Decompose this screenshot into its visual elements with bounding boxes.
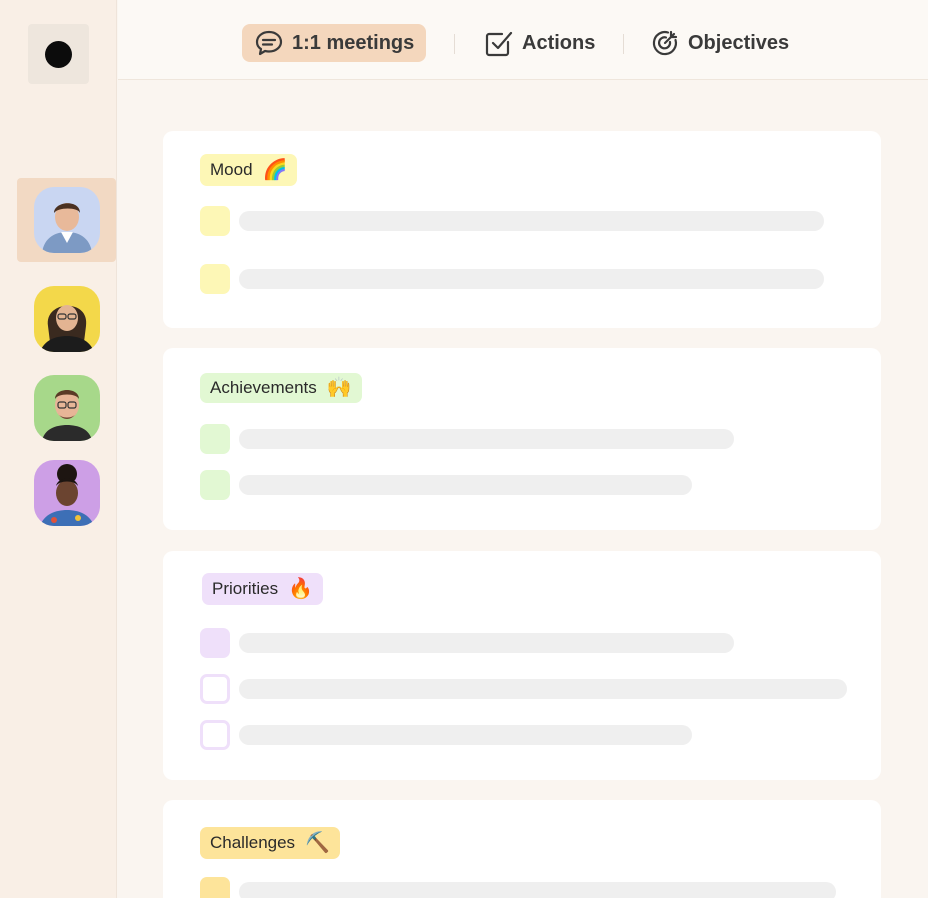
- person-avatar-icon: [33, 460, 100, 526]
- placeholder-line: [239, 211, 824, 231]
- section-tag-priorities[interactable]: Priorities 🔥: [202, 573, 324, 605]
- tab-objectives[interactable]: Objectives: [638, 24, 801, 62]
- app-window: 1:1 meetings Actions Objectives Mood 🌈 A…: [0, 0, 928, 898]
- speech-bubble-icon: [255, 30, 283, 56]
- placeholder-line: [239, 882, 836, 898]
- tab-1on1-meetings[interactable]: 1:1 meetings: [242, 24, 427, 62]
- avatar: [33, 187, 100, 253]
- avatar: [33, 375, 100, 441]
- list-item[interactable]: [200, 470, 840, 500]
- section-tag-achievements[interactable]: Achievements 🙌: [200, 373, 362, 403]
- section-tag-mood[interactable]: Mood 🌈: [200, 154, 298, 186]
- logo-dot-icon: [45, 40, 72, 68]
- pick-icon: ⛏️: [305, 832, 330, 854]
- section-title: Challenges: [210, 833, 296, 852]
- section-title: Priorities: [212, 579, 279, 598]
- person-avatar-icon: [33, 286, 100, 352]
- rainbow-icon: 🌈: [262, 159, 288, 181]
- placeholder-line: [239, 633, 734, 653]
- checkbox[interactable]: [200, 720, 230, 750]
- checkbox[interactable]: [200, 877, 230, 898]
- placeholder-line: [239, 679, 847, 699]
- tab-label: Objectives: [688, 31, 790, 54]
- list-item[interactable]: [200, 206, 840, 236]
- placeholder-line: [239, 725, 692, 745]
- placeholder-line: [239, 269, 824, 289]
- person-avatar-icon: [33, 375, 100, 441]
- sidebar-avatar-1[interactable]: [17, 178, 116, 262]
- top-nav: 1:1 meetings Actions Objectives: [118, 0, 928, 80]
- checkbox[interactable]: [200, 206, 230, 236]
- avatar: [33, 460, 100, 526]
- tab-label: Actions: [522, 31, 596, 54]
- tab-label: 1:1 meetings: [292, 31, 415, 54]
- section-challenges: Challenges ⛏️: [163, 800, 881, 898]
- section-tag-challenges[interactable]: Challenges ⛏️: [200, 827, 340, 859]
- placeholder-line: [239, 429, 734, 449]
- raised-hands-icon: 🙌: [326, 377, 352, 399]
- list-item[interactable]: [200, 720, 880, 750]
- list-item[interactable]: [200, 424, 840, 454]
- section-priorities: Priorities 🔥: [163, 551, 881, 780]
- placeholder-line: [239, 475, 692, 495]
- list-item[interactable]: [200, 628, 880, 658]
- checkbox[interactable]: [200, 674, 230, 704]
- section-title: Achievements: [210, 378, 317, 397]
- sidebar-avatar-4[interactable]: [17, 451, 116, 535]
- app-logo[interactable]: [28, 24, 89, 84]
- person-avatar-icon: [33, 187, 100, 253]
- section-achievements: Achievements 🙌: [163, 348, 881, 530]
- list-item[interactable]: [200, 877, 880, 898]
- section-title: Mood: [210, 160, 253, 179]
- sidebar-avatar-2[interactable]: [17, 277, 116, 361]
- target-icon: [652, 30, 678, 56]
- sidebar: [0, 0, 117, 898]
- checkbox[interactable]: [200, 264, 230, 294]
- nav-divider: [623, 34, 624, 54]
- checkbox[interactable]: [200, 628, 230, 658]
- list-item[interactable]: [200, 264, 840, 294]
- avatar: [33, 286, 100, 352]
- checkbox[interactable]: [200, 424, 230, 454]
- sidebar-avatar-3[interactable]: [17, 366, 116, 450]
- checkbox-icon: [485, 31, 513, 57]
- section-mood: Mood 🌈: [163, 131, 881, 328]
- fire-icon: 🔥: [288, 578, 314, 600]
- tab-actions[interactable]: Actions: [472, 24, 607, 62]
- nav-divider: [454, 34, 455, 54]
- checkbox[interactable]: [200, 470, 230, 500]
- list-item[interactable]: [200, 674, 880, 704]
